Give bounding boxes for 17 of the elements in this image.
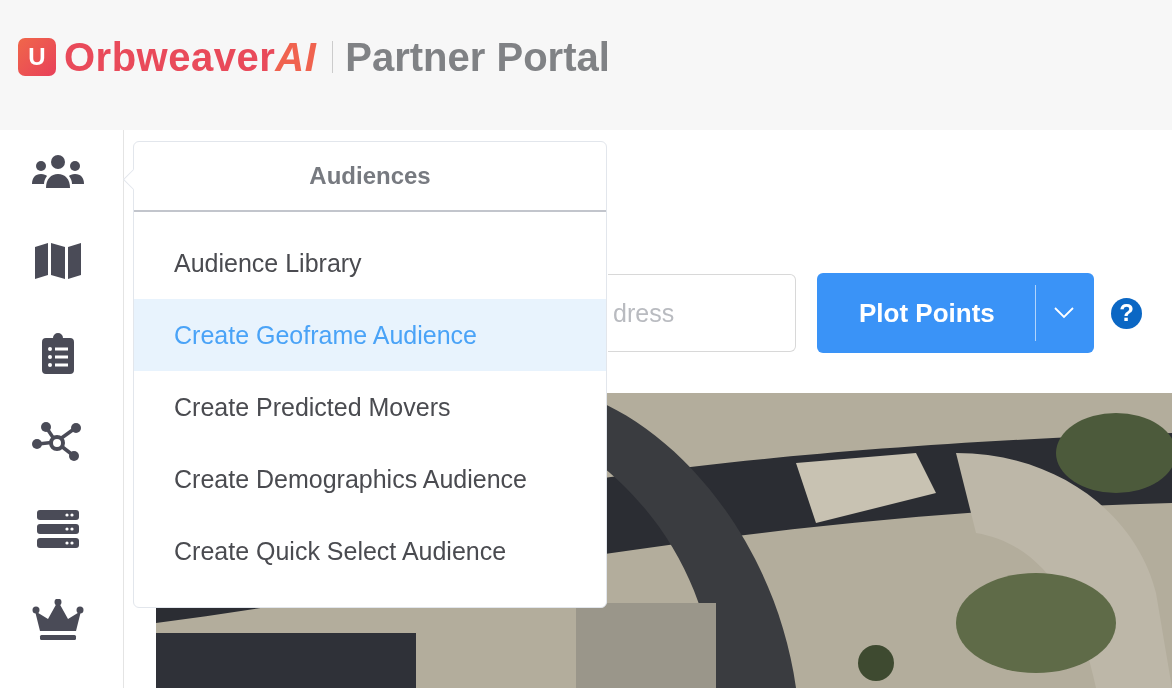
- logo-mark: U: [18, 38, 56, 76]
- users-icon[interactable]: [31, 154, 84, 190]
- menu-title: Audiences: [134, 142, 606, 212]
- menu-item[interactable]: Create Predicted Movers: [134, 371, 606, 443]
- server-icon[interactable]: [36, 510, 79, 548]
- brand-name: OrbweaverAI: [64, 34, 317, 80]
- crown-icon[interactable]: [31, 599, 84, 641]
- menu-item[interactable]: Create Quick Select Audience: [134, 515, 606, 587]
- chevron-down-icon[interactable]: [1053, 307, 1074, 319]
- help-icon[interactable]: ?: [1111, 297, 1142, 329]
- address-field[interactable]: dress: [608, 274, 796, 352]
- product-name: Partner Portal: [345, 34, 610, 80]
- clipboard-list-icon[interactable]: [41, 332, 74, 374]
- menu-item[interactable]: Audience Library: [134, 227, 606, 299]
- map-icon[interactable]: [34, 243, 81, 279]
- network-icon[interactable]: [31, 421, 84, 463]
- menu-item[interactable]: Create Demographics Audience: [134, 443, 606, 515]
